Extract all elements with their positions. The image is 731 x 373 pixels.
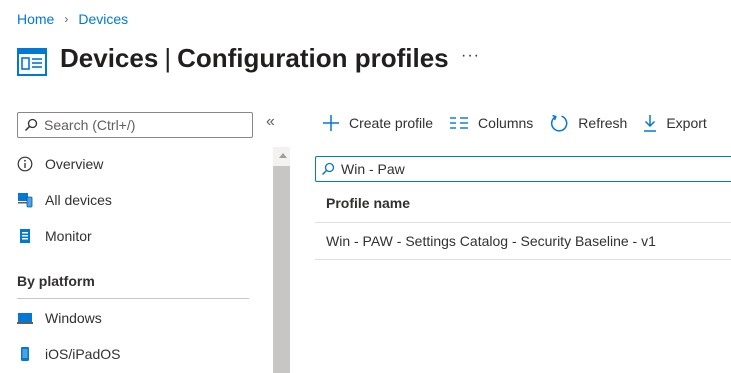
devices-icon — [17, 192, 33, 208]
page-title: Devices | Configuration profiles — [60, 43, 449, 74]
breadcrumb-devices-link[interactable]: Devices — [78, 11, 128, 27]
scroll-up-arrow-icon[interactable] — [279, 153, 287, 158]
breadcrumb: Home › Devices — [17, 11, 128, 27]
export-label: Export — [666, 115, 707, 131]
breadcrumb-separator: › — [64, 12, 69, 26]
refresh-icon — [551, 114, 568, 132]
create-profile-button[interactable]: Create profile — [322, 114, 433, 132]
download-icon — [644, 115, 657, 132]
sidebar-item-label: Monitor — [45, 228, 92, 244]
filter-search-value: Win - Paw — [341, 161, 405, 177]
page-title-configuration-profiles: Configuration profiles — [177, 42, 449, 73]
export-button[interactable]: Export — [643, 114, 707, 132]
sidebar-section-by-platform: By platform — [17, 273, 95, 289]
sidebar-item-all-devices[interactable]: All devices — [17, 187, 112, 213]
sidebar-item-label: All devices — [45, 192, 112, 208]
profile-card-icon — [17, 48, 47, 76]
sidebar-search-placeholder: Search (Ctrl+/) — [44, 117, 136, 133]
collapse-sidebar-button[interactable]: « — [266, 113, 275, 131]
windows-laptop-icon — [17, 310, 33, 326]
info-icon — [17, 156, 33, 172]
sidebar-item-label: Overview — [45, 156, 104, 172]
sidebar-item-label: Windows — [45, 310, 102, 326]
columns-label: Columns — [478, 115, 534, 131]
sidebar-item-label: iOS/iPadOS — [45, 346, 121, 362]
sidebar-scrollbar-thumb[interactable] — [273, 166, 290, 373]
search-icon — [321, 162, 335, 176]
search-icon — [24, 118, 38, 132]
sidebar-divider — [17, 298, 249, 299]
column-header-profile-name[interactable]: Profile name — [326, 195, 410, 211]
columns-button[interactable]: Columns — [449, 115, 533, 131]
command-bar: Create profile Columns Refresh Export — [322, 113, 723, 133]
sidebar-item-overview[interactable]: Overview — [17, 151, 103, 177]
table-row[interactable]: Win - PAW - Settings Catalog - Security … — [315, 223, 731, 260]
refresh-button[interactable]: Refresh — [549, 113, 627, 133]
filter-search-input[interactable]: Win - Paw — [315, 156, 731, 182]
profile-name-cell[interactable]: Win - PAW - Settings Catalog - Security … — [326, 233, 656, 249]
more-options-button[interactable]: ··· — [461, 47, 480, 65]
plus-icon — [323, 115, 339, 131]
sidebar-item-windows[interactable]: Windows — [17, 305, 102, 331]
page-header: Devices | Configuration profiles — [17, 40, 449, 76]
monitor-icon — [17, 228, 33, 244]
page-title-devices: Devices — [60, 42, 159, 73]
create-profile-label: Create profile — [349, 115, 434, 131]
columns-icon — [450, 117, 469, 129]
page-title-separator: | — [164, 42, 172, 73]
sidebar-search-input[interactable]: Search (Ctrl+/) — [17, 112, 253, 138]
breadcrumb-home-link[interactable]: Home — [17, 11, 54, 27]
mobile-phone-icon — [17, 346, 33, 362]
refresh-label: Refresh — [578, 115, 628, 131]
sidebar-item-ios-ipados[interactable]: iOS/iPadOS — [17, 341, 120, 367]
sidebar-item-monitor[interactable]: Monitor — [17, 223, 92, 249]
